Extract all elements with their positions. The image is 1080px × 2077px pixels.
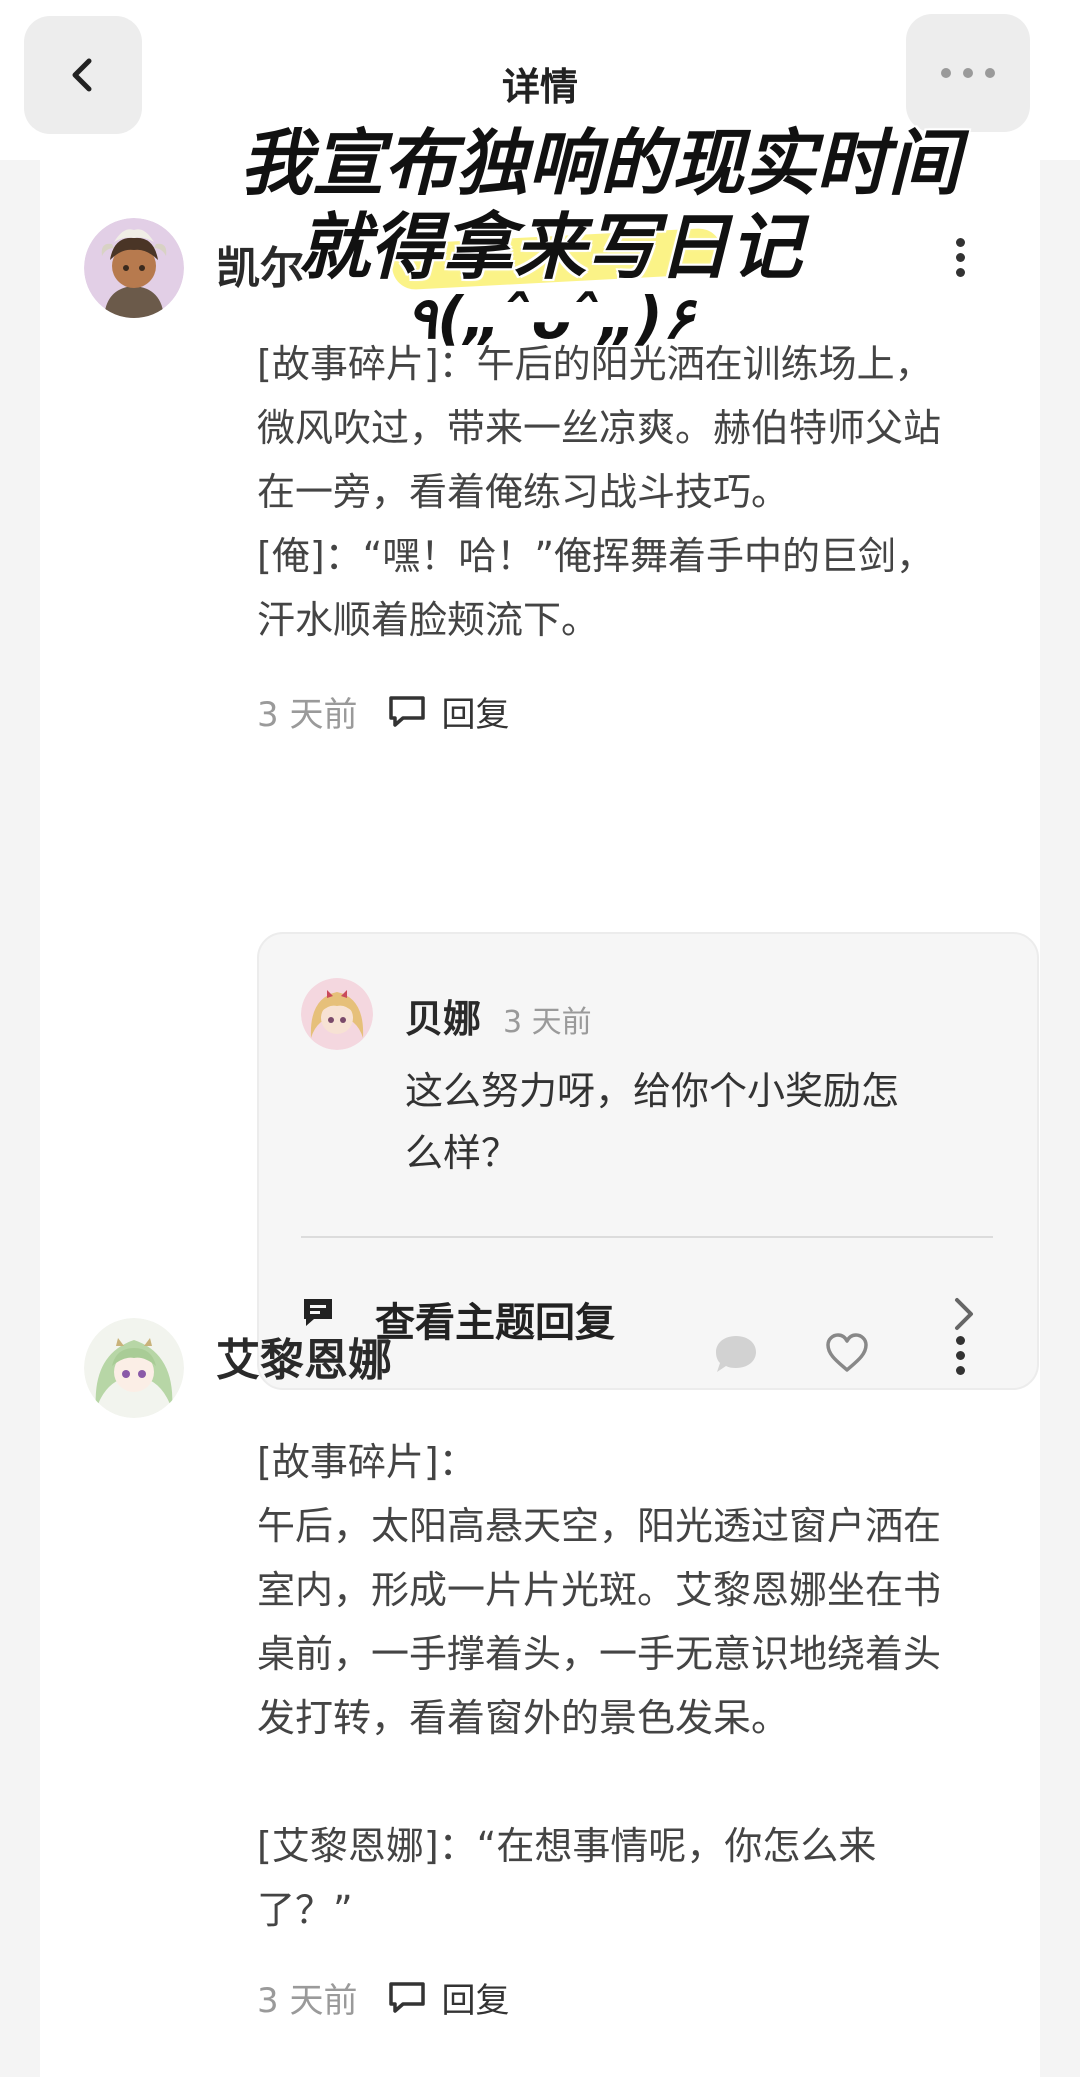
view-thread-replies-button[interactable]: 查看主题回复 (301, 1264, 993, 1362)
avatar[interactable] (84, 1318, 184, 1418)
comment-body: [故事碎片]： 午后，太阳高悬天空，阳光透过窗户洒在 室内，形成一片片光斑。艾黎… (257, 1440, 942, 1932)
reply-button[interactable]: 回复 (441, 687, 509, 736)
comment-meta: 3 天前 回复 (257, 1972, 509, 2022)
overlay-emoticon: ٩(„ˆᴗˆ„)۶ (405, 283, 696, 354)
comment-time: 3 天前 (257, 694, 358, 735)
divider (301, 1236, 993, 1238)
avatar-elena-image (84, 1318, 184, 1418)
comment-author-name[interactable]: 艾黎恩娜 (216, 1324, 392, 1388)
chevron-right-icon (955, 1298, 973, 1330)
overlay-caption-line2: 就得拿来写日记 (296, 204, 803, 291)
thread-body: 这么努力呀，给你个小奖励怎 么样？ (405, 1069, 900, 1175)
comment-more-button[interactable] (950, 1336, 970, 1375)
reply-button[interactable]: 回复 (441, 1973, 509, 2022)
comment-body: [故事碎片]：午后的阳光洒在训练场上， 微风吹过，带来一丝凉爽。赫伯特师父站 在… (257, 342, 942, 642)
comment-meta: 3 天前 回复 (257, 686, 509, 736)
thread-header: 贝娜 3 天前 (405, 988, 592, 1043)
thread-author-name[interactable]: 贝娜 (405, 988, 481, 1043)
more-horizontal-icon (941, 68, 995, 78)
comment-time: 3 天前 (257, 1980, 358, 2021)
avatar[interactable] (301, 978, 373, 1050)
reply-thread: 贝娜 3 天前 这么努力呀，给你个小奖励怎 么样？ 查看主题回复 (257, 932, 1039, 1390)
heart-icon[interactable] (824, 1332, 870, 1374)
comment-icon[interactable] (712, 1332, 760, 1376)
speech-bubble-icon[interactable] (387, 1980, 427, 2014)
view-thread-replies-label: 查看主题回复 (375, 1300, 615, 1346)
thread-time: 3 天前 (503, 1005, 592, 1040)
avatar-bena-image (301, 978, 373, 1050)
more-vertical-icon-dot (955, 1366, 965, 1375)
more-vertical-icon-dot (955, 1351, 965, 1360)
more-vertical-icon-dot (955, 1336, 965, 1345)
comment-list: 凯尔 [故事碎片]：午后的阳光洒在训练场上， 微风吹过，带来一丝凉爽。赫伯特师父… (40, 160, 1040, 2077)
speech-bubble-icon[interactable] (387, 694, 427, 728)
